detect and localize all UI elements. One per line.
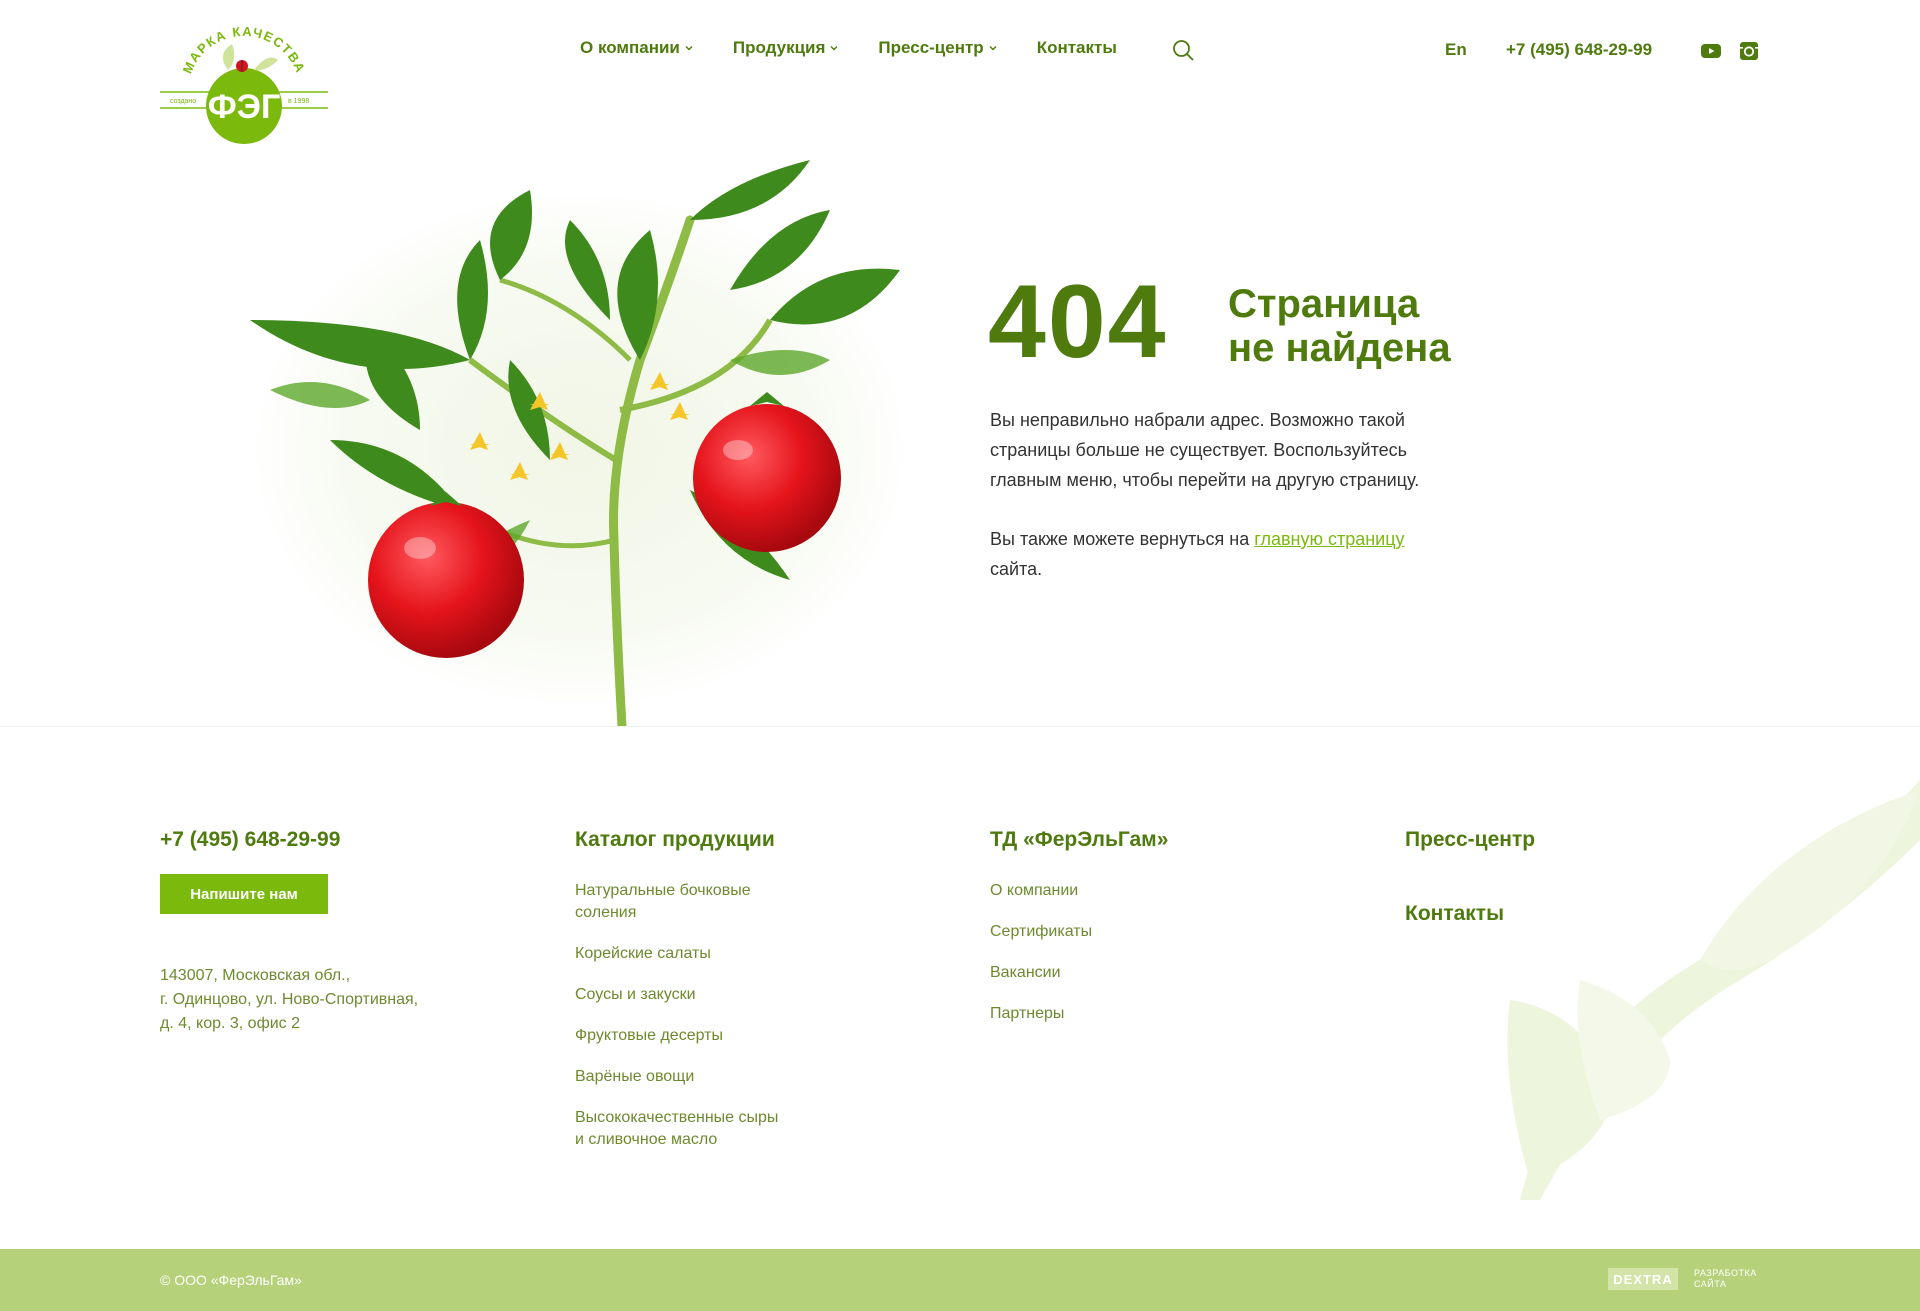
copyright: © ООО «ФерЭльГам» xyxy=(160,1272,302,1288)
footer-link-partners[interactable]: Партнеры xyxy=(990,1003,1168,1025)
nav-item-products[interactable]: Продукция xyxy=(733,38,839,58)
link-line: соления xyxy=(575,904,637,921)
write-us-button[interactable]: Напишите нам xyxy=(160,874,328,914)
footer-contacts-link[interactable]: Контакты xyxy=(1405,902,1535,926)
developer-credit-line: РАЗРАБОТКА xyxy=(1694,1268,1757,1278)
footer-catalog-title[interactable]: Каталог продукции xyxy=(575,828,778,852)
back-home-text: Вы также можете вернуться на главную стр… xyxy=(990,524,1510,584)
error-description-line: главным меню, чтобы перейти на другую ст… xyxy=(990,470,1420,490)
address-line: 143007, Московская обл., xyxy=(160,967,351,984)
tomato-plant-illustration xyxy=(250,160,910,726)
search-icon[interactable] xyxy=(1172,39,1194,61)
nav-item-about[interactable]: О компании xyxy=(580,38,693,58)
footer-press-link[interactable]: Пресс-центр xyxy=(1405,828,1535,852)
logo[interactable]: МАРКА КАЧЕСТВА ФЭГ создано в 1998 xyxy=(158,22,330,146)
nav-item-label: Продукция xyxy=(732,38,826,57)
footer-address: 143007, Московская обл., г. Одинцово, ул… xyxy=(160,964,418,1036)
home-page-link[interactable]: главную страницу xyxy=(1254,529,1404,549)
footer-link-sauces[interactable]: Соусы и закуски xyxy=(575,984,778,1006)
footer-catalog-column: Каталог продукции Натуральные бочковые с… xyxy=(575,828,778,1170)
footer-company-column: ТД «ФерЭльГам» О компании Сертификаты Ва… xyxy=(990,828,1168,1044)
language-switch[interactable]: En xyxy=(1445,40,1467,60)
footer-link-boiled-vegetables[interactable]: Варёные овощи xyxy=(575,1066,778,1088)
youtube-icon[interactable] xyxy=(1700,40,1722,62)
footer-company-title[interactable]: ТД «ФерЭльГам» xyxy=(990,828,1168,852)
section-divider xyxy=(0,726,1920,727)
nav-item-contacts[interactable]: Контакты xyxy=(1037,38,1117,58)
logo-right-note: в 1998 xyxy=(288,98,309,105)
footer-link-fruit-desserts[interactable]: Фруктовые десерты xyxy=(575,1025,778,1047)
address-line: д. 4, кор. 3, офис 2 xyxy=(160,1015,301,1032)
dextra-logo: DEXTRA xyxy=(1608,1268,1678,1290)
nav-item-press[interactable]: Пресс-центр xyxy=(878,38,997,58)
link-line: Высококачественные сыры xyxy=(575,1109,779,1126)
error-description-line: Вы неправильно набрали адрес. Возможно т… xyxy=(990,410,1405,430)
footer-link-certificates[interactable]: Сертификаты xyxy=(990,921,1168,943)
back-home-suffix: сайта. xyxy=(990,559,1043,579)
footer-link-about[interactable]: О компании xyxy=(990,880,1168,902)
chevron-down-icon xyxy=(685,46,693,51)
error-description-line: страницы больше не существует. Воспользу… xyxy=(990,440,1408,460)
footer-press-column: Пресс-центр Контакты xyxy=(1405,828,1535,926)
instagram-icon[interactable] xyxy=(1738,40,1760,62)
footer-phone[interactable]: +7 (495) 648-29-99 xyxy=(160,828,340,852)
developer-credit-line: САЙТА xyxy=(1694,1279,1727,1289)
logo-brand: ФЭГ xyxy=(208,88,280,126)
developer-credit-text: РАЗРАБОТКА САЙТА xyxy=(1694,1268,1757,1290)
developer-credit-link[interactable]: DEXTRA РАЗРАБОТКА САЙТА xyxy=(1608,1268,1757,1290)
back-home-prefix: Вы также можете вернуться на xyxy=(990,529,1250,549)
error-title: Страница не найдена xyxy=(1228,282,1451,370)
footer-link-korean-salads[interactable]: Корейские салаты xyxy=(575,943,778,965)
footer-link-vacancies[interactable]: Вакансии xyxy=(990,962,1168,984)
chevron-down-icon xyxy=(830,46,838,51)
link-line: Натуральные бочковые xyxy=(575,882,751,899)
error-title-line: Страница xyxy=(1228,282,1420,326)
nav-item-label: О компании xyxy=(580,38,680,57)
error-title-line: не найдена xyxy=(1228,326,1451,370)
nav-item-label: Пресс-центр xyxy=(878,38,984,57)
logo-left-note: создано xyxy=(170,98,196,105)
chevron-down-icon xyxy=(989,46,997,51)
address-line: г. Одинцово, ул. Ново-Спортивная, xyxy=(160,991,419,1008)
error-description: Вы неправильно набрали адрес. Возможно т… xyxy=(990,405,1510,495)
footer-link-cheese-butter[interactable]: Высококачественные сыры и сливочное масл… xyxy=(575,1107,778,1151)
main-nav: О компании Продукция Пресс-центр Контакт… xyxy=(580,38,1157,58)
error-code: 404 xyxy=(988,264,1168,380)
nav-item-label: Контакты xyxy=(1036,38,1117,57)
header-phone[interactable]: +7 (495) 648-29-99 xyxy=(1506,40,1652,60)
footer-link-pickles[interactable]: Натуральные бочковые соления xyxy=(575,880,778,924)
link-line: и сливочное масло xyxy=(575,1131,718,1148)
